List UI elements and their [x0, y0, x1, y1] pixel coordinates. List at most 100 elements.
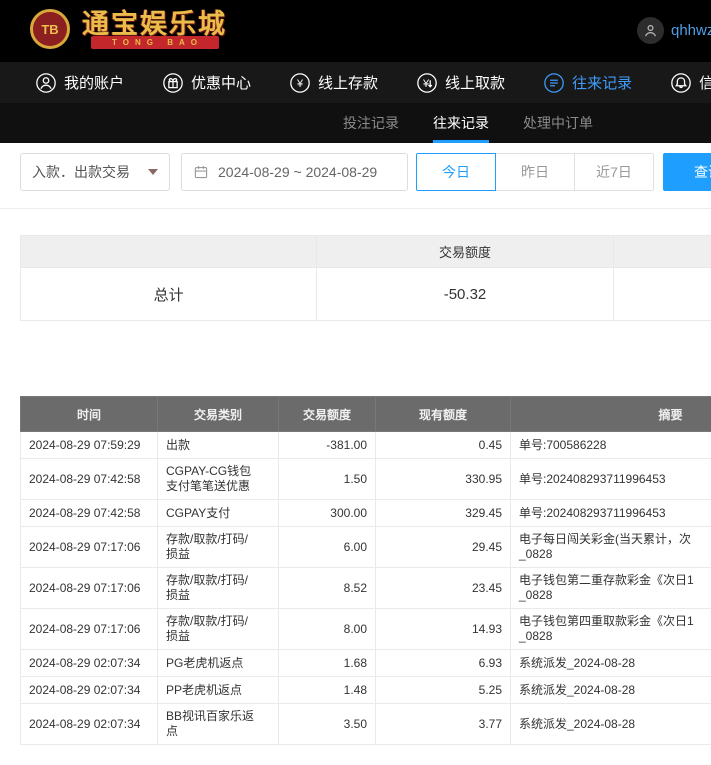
summary-total-row: 总计 -50.32 — [21, 268, 711, 321]
cell-balance: 14.93 — [376, 609, 511, 650]
cell-balance: 329.45 — [376, 500, 511, 527]
cell-summary: 单号:700586228 — [511, 432, 711, 459]
logo-text: 通宝娱乐城 TONG BAO — [82, 9, 227, 49]
table-header-row: 时间 交易类别 交易额度 现有额度 摘要 — [21, 397, 711, 432]
cell-type: 存款/取款/打码/ 损益 — [158, 527, 279, 568]
tab-betting-records[interactable]: 投注记录 — [343, 103, 399, 143]
content-area: 入款．出款交易 2024-08-29 ~ 2024-08-29 今日 昨日 近7… — [0, 143, 711, 745]
table-row: 2024-08-29 02:07:34PP老虎机返点1.485.25系统派发_2… — [21, 677, 711, 704]
transaction-type-select[interactable]: 入款．出款交易 — [20, 153, 170, 191]
cell-summary: 电子钱包第四重取款彩金《次日1 _0828 — [511, 609, 711, 650]
nav-label: 优惠中心 — [191, 72, 251, 93]
deposit-coin-icon: ¥ — [289, 72, 311, 94]
user-icon — [35, 72, 57, 94]
cell-balance: 5.25 — [376, 677, 511, 704]
cell-summary: 单号:202408293711996453 — [511, 500, 711, 527]
records-icon — [543, 72, 565, 94]
cell-time: 2024-08-29 07:17:06 — [21, 568, 158, 609]
cell-summary: 系统派发_2024-08-28 — [511, 704, 711, 745]
cell-balance: 3.77 — [376, 704, 511, 745]
cell-amount: 3.50 — [279, 704, 376, 745]
cell-amount: -381.00 — [279, 432, 376, 459]
sub-nav: 投注记录 往来记录 处理中订单 — [0, 103, 711, 143]
cell-type: PP老虎机返点 — [158, 677, 279, 704]
cell-time: 2024-08-29 07:17:06 — [21, 609, 158, 650]
table-row: 2024-08-29 07:42:58CGPAY-CG钱包 支付笔笔送优惠1.5… — [21, 459, 711, 500]
summary-header-spacer — [613, 236, 711, 268]
cell-time: 2024-08-29 02:07:34 — [21, 650, 158, 677]
today-button[interactable]: 今日 — [416, 153, 496, 191]
username: qhhwz — [671, 22, 711, 39]
chevron-down-icon — [148, 169, 158, 175]
cell-amount: 1.50 — [279, 459, 376, 500]
summary-table: 交易额度 总计 -50.32 — [20, 235, 711, 321]
cell-summary: 系统派发_2024-08-28 — [511, 650, 711, 677]
logo-subtitle: TONG BAO — [91, 36, 219, 49]
cell-type: 存款/取款/打码/ 损益 — [158, 568, 279, 609]
top-header: TB 通宝娱乐城 TONG BAO qhhwz — [0, 0, 711, 62]
col-header-balance: 现有额度 — [376, 397, 511, 432]
cell-time: 2024-08-29 02:07:34 — [21, 704, 158, 745]
svg-text:¥: ¥ — [422, 78, 430, 90]
date-range-input[interactable]: 2024-08-29 ~ 2024-08-29 — [181, 153, 408, 191]
cell-time: 2024-08-29 07:42:58 — [21, 459, 158, 500]
nav-item-my-account[interactable]: 我的账户 — [35, 72, 124, 94]
nav-item-promotions[interactable]: 优惠中心 — [162, 72, 251, 94]
nav-label: 线上取款 — [445, 72, 505, 93]
col-header-amount: 交易额度 — [279, 397, 376, 432]
table-row: 2024-08-29 02:07:34PG老虎机返点1.686.93系统派发_2… — [21, 650, 711, 677]
cell-summary: 系统派发_2024-08-28 — [511, 677, 711, 704]
tab-processing-orders[interactable]: 处理中订单 — [523, 103, 593, 143]
bell-icon — [670, 72, 692, 94]
nav-item-messages[interactable]: 信息 — [670, 72, 711, 94]
nav-item-withdraw[interactable]: ¥ 线上取款 — [416, 72, 505, 94]
transactions-table: 时间 交易类别 交易额度 现有额度 摘要 2024-08-29 07:59:29… — [20, 396, 711, 745]
transaction-type-value: 入款．出款交易 — [32, 162, 130, 182]
summary-total-label: 总计 — [21, 268, 317, 321]
cell-time: 2024-08-29 07:59:29 — [21, 432, 158, 459]
page: TB 通宝娱乐城 TONG BAO qhhwz 我的账户 — [0, 0, 711, 765]
cell-summary: 电子每日闯关彩金(当天累计，次 _0828 — [511, 527, 711, 568]
cell-type: CGPAY-CG钱包 支付笔笔送优惠 — [158, 459, 279, 500]
last7days-button[interactable]: 近7日 — [574, 153, 654, 191]
filter-bar: 入款．出款交易 2024-08-29 ~ 2024-08-29 今日 昨日 近7… — [20, 153, 711, 191]
cell-type: CGPAY支付 — [158, 500, 279, 527]
cell-balance: 29.45 — [376, 527, 511, 568]
site-logo[interactable]: TB 通宝娱乐城 TONG BAO — [30, 9, 227, 49]
nav-item-deposit[interactable]: ¥ 线上存款 — [289, 72, 378, 94]
yesterday-button[interactable]: 昨日 — [495, 153, 575, 191]
cell-type: PG老虎机返点 — [158, 650, 279, 677]
account-menu[interactable]: qhhwz — [637, 17, 711, 44]
gift-icon — [162, 72, 184, 94]
table-row: 2024-08-29 07:42:58CGPAY支付300.00329.45单号… — [21, 500, 711, 527]
cell-amount: 6.00 — [279, 527, 376, 568]
cell-type: BB视讯百家乐返 点 — [158, 704, 279, 745]
summary-header-spacer — [21, 236, 317, 268]
transactions-tbody: 2024-08-29 07:59:29出款-381.000.45单号:70058… — [21, 432, 711, 745]
cell-time: 2024-08-29 02:07:34 — [21, 677, 158, 704]
tab-transaction-records[interactable]: 往来记录 — [433, 103, 489, 143]
nav-label: 我的账户 — [64, 72, 124, 93]
cell-type: 出款 — [158, 432, 279, 459]
nav-item-transactions[interactable]: 往来记录 — [543, 72, 632, 94]
cell-amount: 300.00 — [279, 500, 376, 527]
cell-amount: 8.52 — [279, 568, 376, 609]
col-header-time: 时间 — [21, 397, 158, 432]
main-nav: 我的账户 优惠中心 ¥ 线上存款 ¥ 线上取款 往来记录 — [0, 62, 711, 103]
cell-balance: 23.45 — [376, 568, 511, 609]
summary-header-amount: 交易额度 — [317, 236, 613, 268]
cell-time: 2024-08-29 07:17:06 — [21, 527, 158, 568]
date-range-value: 2024-08-29 ~ 2024-08-29 — [218, 164, 377, 180]
nav-label: 往来记录 — [572, 72, 632, 93]
search-button[interactable]: 查询 — [663, 153, 711, 191]
logo-coin-icon: TB — [30, 9, 70, 49]
summary-total-value: -50.32 — [317, 268, 613, 321]
logo-title: 通宝娱乐城 — [82, 9, 227, 39]
withdraw-coin-icon: ¥ — [416, 72, 438, 94]
summary-header-row: 交易额度 — [21, 236, 711, 268]
table-row: 2024-08-29 07:17:06存款/取款/打码/ 损益8.0014.93… — [21, 609, 711, 650]
table-row: 2024-08-29 02:07:34BB视讯百家乐返 点3.503.77系统派… — [21, 704, 711, 745]
svg-text:¥: ¥ — [296, 78, 304, 90]
section-divider — [0, 208, 711, 209]
cell-type: 存款/取款/打码/ 损益 — [158, 609, 279, 650]
